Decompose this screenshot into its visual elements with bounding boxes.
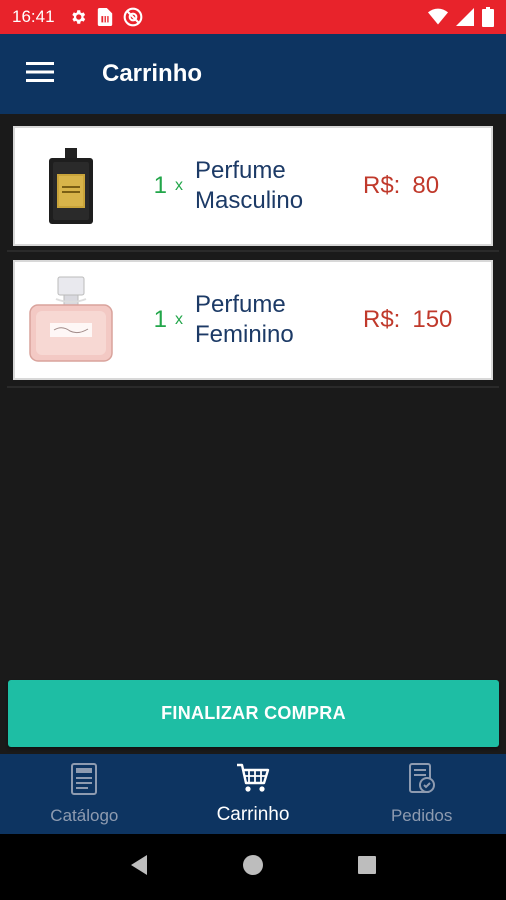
item-name: Perfume Feminino (195, 291, 294, 348)
app-bar: Carrinho (0, 34, 506, 114)
catalog-icon (71, 762, 98, 800)
bottom-nav: Catálogo Carrinho Pedidos (0, 754, 506, 834)
page-title: Carrinho (102, 60, 203, 87)
status-time: 16:41 (12, 7, 55, 26)
item-price: R$: 150 (363, 306, 491, 334)
nav-item-pedidos[interactable]: Pedidos (337, 754, 506, 834)
wifi-icon (428, 8, 448, 26)
home-circle-icon (242, 854, 264, 881)
quantity-times: x (175, 311, 183, 328)
no-disturb-icon (123, 7, 143, 27)
nav-item-catalogo[interactable]: Catálogo (0, 754, 169, 834)
price-value: 80 (412, 172, 440, 199)
divider (7, 386, 499, 388)
perfume-masculino-image (15, 128, 127, 244)
nav-label: Pedidos (390, 805, 453, 825)
battery-icon (482, 7, 494, 27)
nav-item-carrinho[interactable]: Carrinho (169, 754, 338, 834)
perfume-feminino-image (15, 262, 127, 378)
back-button[interactable] (119, 847, 159, 887)
status-bar: 16:41 (0, 0, 506, 34)
item-name: Perfume Masculino (195, 157, 304, 214)
checkout-button[interactable]: FINALIZAR COMPRA (8, 680, 499, 747)
item-price: R$: 80 (363, 172, 491, 200)
nav-label: Catálogo (50, 805, 119, 825)
cart-item[interactable]: 1 x Perfume Masculino R$: 80 (13, 126, 493, 246)
orders-icon (408, 762, 436, 800)
price-currency: R$: (363, 306, 401, 333)
item-quantity: 1 x (127, 306, 183, 334)
price-currency: R$: (363, 172, 401, 199)
price-value: 150 (412, 306, 453, 333)
hamburger-menu-icon (26, 61, 54, 88)
menu-button[interactable] (0, 34, 80, 114)
status-icons-left (69, 7, 143, 27)
back-triangle-icon (129, 854, 149, 881)
quantity-number: 1 (153, 172, 167, 199)
cart-item[interactable]: 1 x Perfume Feminino R$: 150 (13, 260, 493, 380)
cart-icon (236, 763, 270, 798)
quantity-times: x (175, 177, 183, 194)
home-button[interactable] (233, 847, 273, 887)
recents-button[interactable] (347, 847, 387, 887)
item-quantity: 1 x (127, 172, 183, 200)
quantity-number: 1 (153, 306, 167, 333)
signal-icon (456, 8, 474, 26)
sim-card-icon (97, 8, 113, 26)
recents-square-icon (357, 855, 377, 880)
status-icons-right (428, 7, 494, 27)
screen: 16:41 Carrinho 1 x Perfume Masculino R$:… (0, 0, 506, 900)
gear-icon (69, 8, 87, 26)
divider (7, 250, 499, 252)
nav-label: Carrinho (216, 803, 290, 825)
system-nav-bar (0, 834, 506, 900)
